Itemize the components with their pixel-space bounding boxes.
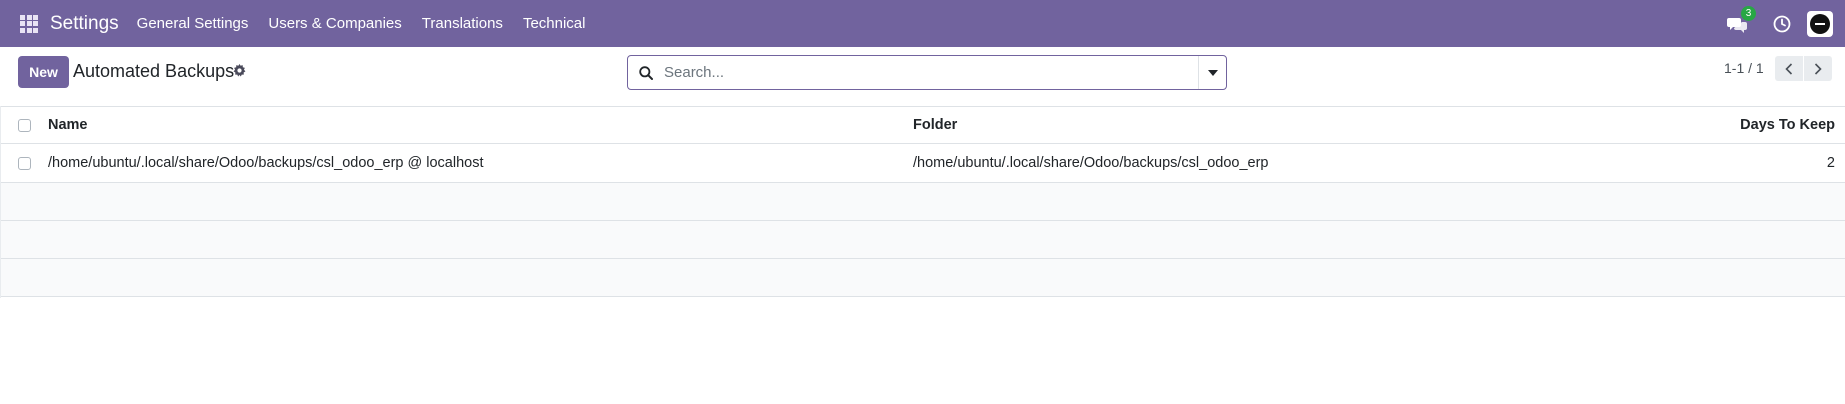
new-button[interactable]: New	[18, 56, 69, 88]
messaging-menu[interactable]: 3	[1727, 5, 1756, 34]
table-header: Name Folder Days To Keep	[0, 106, 1845, 144]
row-days-to-keep: 2	[1826, 155, 1835, 171]
menu-users-companies[interactable]: Users & Companies	[268, 15, 401, 32]
search-options-toggle[interactable]	[1198, 56, 1226, 89]
empty-row	[0, 183, 1845, 221]
caret-down-icon	[1207, 69, 1218, 76]
clock-icon[interactable]	[1773, 15, 1791, 33]
navbar-systray: 3	[1727, 0, 1845, 47]
table-row[interactable]: /home/ubuntu/.local/share/Odoo/backups/c…	[0, 144, 1845, 183]
empty-row	[0, 259, 1845, 297]
apps-grid-icon[interactable]	[20, 14, 38, 33]
row-name: /home/ubuntu/.local/share/Odoo/backups/c…	[48, 155, 484, 171]
list-view: Name Folder Days To Keep /home/ubuntu/.l…	[0, 106, 1845, 297]
column-header-days-to-keep[interactable]: Days To Keep	[1740, 117, 1835, 133]
top-navbar: Settings General Settings Users & Compan…	[0, 0, 1845, 47]
chat-count-badge: 3	[1741, 5, 1756, 21]
avatar-image	[1810, 13, 1830, 34]
row-checkbox[interactable]	[18, 157, 31, 170]
search-icon	[639, 65, 653, 80]
row-folder: /home/ubuntu/.local/share/Odoo/backups/c…	[913, 155, 1269, 171]
user-avatar[interactable]	[1807, 10, 1833, 37]
app-name[interactable]: Settings	[50, 13, 119, 35]
column-header-folder[interactable]: Folder	[913, 117, 957, 133]
menu-technical[interactable]: Technical	[523, 15, 586, 32]
page-title: Automated Backups	[73, 61, 235, 81]
chevron-left-icon	[1785, 62, 1793, 75]
select-all-checkbox[interactable]	[18, 119, 31, 132]
pager-previous-button[interactable]	[1775, 56, 1803, 81]
column-header-name[interactable]: Name	[48, 117, 88, 133]
empty-row	[0, 221, 1845, 259]
search-bar	[627, 55, 1227, 90]
search-input[interactable]	[664, 57, 1198, 88]
menu-general-settings[interactable]: General Settings	[137, 15, 249, 32]
list-left-border	[0, 106, 1, 298]
chevron-right-icon	[1814, 62, 1822, 75]
menu-translations[interactable]: Translations	[422, 15, 503, 32]
pager-value[interactable]: 1-1 / 1	[1724, 60, 1764, 76]
gear-icon[interactable]	[233, 64, 246, 81]
pager-next-button[interactable]	[1804, 56, 1832, 81]
